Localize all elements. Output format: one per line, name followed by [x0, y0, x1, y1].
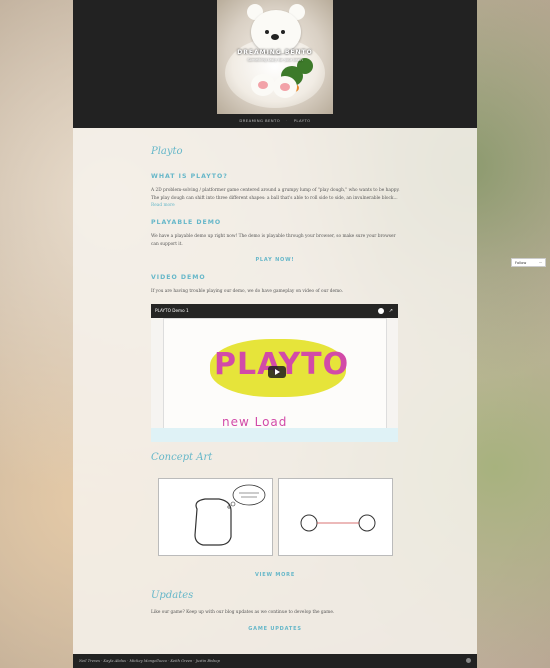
follow-button[interactable]: Follow ··· — [511, 258, 546, 267]
bear-paw-left — [251, 74, 275, 96]
game-updates-button[interactable]: GAME UPDATES — [151, 626, 399, 632]
wordpress-icon[interactable] — [466, 658, 471, 663]
follow-label: Follow — [515, 261, 527, 265]
section-body-playable-demo: We have a playable demo up right now! Th… — [151, 234, 396, 247]
section-heading-playable-demo: PLAYABLE DEMO — [151, 219, 222, 226]
bear-nose — [271, 34, 279, 40]
video-subtitle-text: new Load — [222, 415, 288, 429]
nav-item-dreaming-bento[interactable]: DREAMING BENTO — [239, 116, 280, 126]
watch-later-icon[interactable] — [378, 308, 384, 314]
updates-body: Like our game? Keep up with our blog upd… — [151, 610, 335, 615]
header-image[interactable] — [217, 0, 333, 114]
footer-credits: Neil Treves · Kayla Abdus · Mickey Monge… — [79, 659, 220, 663]
section-heading-video-demo: VIDEO DEMO — [151, 274, 206, 281]
concept-sketch-1 — [194, 484, 266, 546]
site-title[interactable]: DREAMING BENTO — [217, 49, 333, 56]
concept-art-image-2[interactable] — [278, 478, 393, 556]
section-body-what-is-playto: A 2D problem-solving / platformer game c… — [151, 187, 401, 210]
bear-eye-left — [265, 30, 269, 34]
concept-art-title: Concept Art — [151, 452, 213, 463]
concept-art-image-1[interactable] — [158, 478, 273, 556]
bear-head-graphic — [251, 10, 301, 54]
site-footer: Neil Treves · Kayla Abdus · Mickey Monge… — [73, 654, 477, 668]
intro-text: A 2D problem-solving / platformer game c… — [151, 188, 400, 201]
video-title[interactable]: PLAYTO Demo 1 — [151, 304, 398, 318]
updates-title: Updates — [151, 590, 194, 601]
site-description: Something tasty for your brain — [247, 58, 303, 62]
view-more-button[interactable]: VIEW MORE — [151, 572, 399, 578]
video-bottom-band — [151, 428, 398, 442]
play-icon[interactable] — [268, 366, 286, 378]
more-options-icon[interactable]: ··· — [539, 259, 542, 268]
page-title: Playto — [151, 146, 183, 157]
primary-nav: DREAMING BENTO · PLAYTO — [73, 116, 477, 128]
bear-paw-right — [273, 76, 297, 98]
play-now-button[interactable]: PLAY NOW! — [151, 257, 399, 263]
video-player[interactable]: PLAYTO new Load PLAYTO Demo 1 ↗ — [151, 304, 398, 442]
share-icon[interactable]: ↗ — [389, 308, 393, 314]
bear-eye-right — [281, 30, 285, 34]
concept-sketch-2 — [300, 514, 376, 532]
section-body-video-demo: If you are having trouble playing our de… — [151, 289, 344, 294]
section-heading-what-is-playto: WHAT IS PLAYTO? — [151, 173, 228, 180]
read-more-link[interactable]: Read more — [151, 203, 175, 208]
nav-separator: · — [286, 118, 288, 123]
nav-item-playto[interactable]: PLAYTO — [294, 116, 311, 126]
